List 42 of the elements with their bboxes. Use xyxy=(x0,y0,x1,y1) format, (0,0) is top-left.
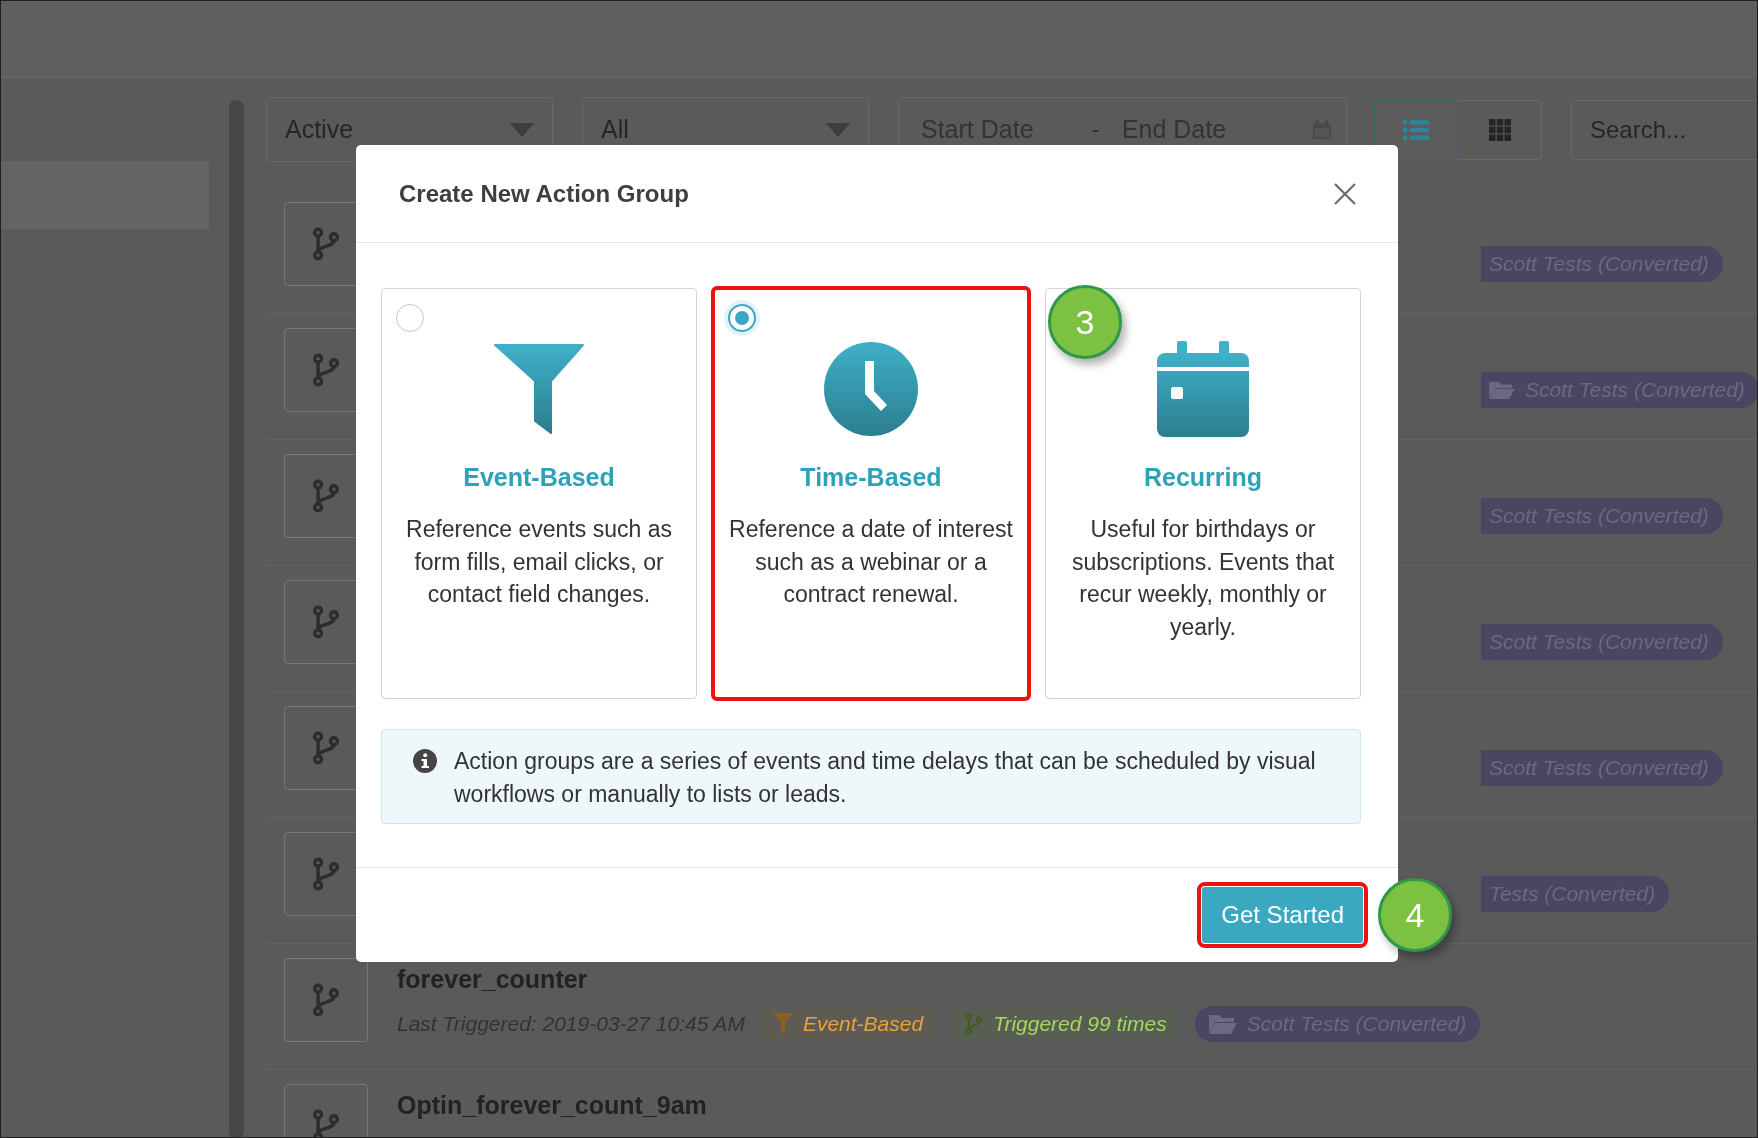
option-title: Recurring xyxy=(1143,462,1263,493)
view-toggle-button[interactable] xyxy=(1458,99,1542,160)
branch-icon xyxy=(312,605,340,639)
info-text: Action groups are a series of events and time delays that can be scheduled by visual workflows or manually to lists or leads. xyxy=(454,747,1317,809)
calendar-icon xyxy=(1155,341,1251,437)
view-toggle-button[interactable] xyxy=(1374,99,1458,160)
option-description: Reference a date of interest such as a webinar or a contract renewal. xyxy=(728,515,1014,609)
branch-icon xyxy=(312,857,340,891)
branch-icon xyxy=(312,353,340,387)
option-card[interactable]: 3 Recurring Useful for birthdays or subscriptions. Events that recur weekly, monthly or yearly. xyxy=(1045,288,1361,699)
funnel-icon xyxy=(491,341,587,437)
branch-icon xyxy=(312,479,340,513)
close-icon[interactable] xyxy=(1334,182,1356,205)
option-title: Event-Based xyxy=(463,462,615,493)
date-separator: - xyxy=(1091,115,1100,144)
dialog-title: Create New Action Group xyxy=(399,179,689,208)
option-description: Useful for birthdays or subscriptions. Events that recur weekly, monthly or yearly. xyxy=(1070,515,1336,642)
list-icon xyxy=(1403,118,1429,141)
tag: Triggered 99 times xyxy=(951,1006,1181,1042)
option-description: Reference events such as form fills, email clicks, or contact field changes. xyxy=(405,515,673,609)
folder-icon xyxy=(1489,380,1515,400)
grid-icon xyxy=(1488,118,1511,141)
step-callout: 4 xyxy=(1378,878,1452,952)
action-group-title[interactable]: forever_counter xyxy=(397,964,1481,994)
option-card[interactable]: Event-Based Reference events such as form fills, email clicks, or contact field changes. xyxy=(381,288,697,699)
branch-icon xyxy=(312,731,340,765)
scrollbar[interactable] xyxy=(229,100,244,1137)
branch-icon xyxy=(965,1013,984,1035)
caret-icon xyxy=(510,122,534,137)
tag: Event-Based xyxy=(758,1006,938,1042)
info-icon xyxy=(413,749,437,773)
branch-icon xyxy=(312,1109,340,1137)
option-card[interactable]: Time-Based Reference a date of interest such as a webinar or a contract renewal. xyxy=(713,288,1029,699)
branch-icon xyxy=(312,983,340,1017)
option-title: Time-Based xyxy=(800,462,942,493)
step-callout: 3 xyxy=(1048,285,1122,359)
caret-icon xyxy=(826,122,850,137)
folder-icon xyxy=(1208,1013,1237,1035)
action-group-title[interactable]: Optin_forever_count_9am xyxy=(397,1090,707,1120)
branch-icon xyxy=(312,227,340,261)
clock-icon xyxy=(823,341,919,437)
funnel-icon xyxy=(772,1013,793,1035)
